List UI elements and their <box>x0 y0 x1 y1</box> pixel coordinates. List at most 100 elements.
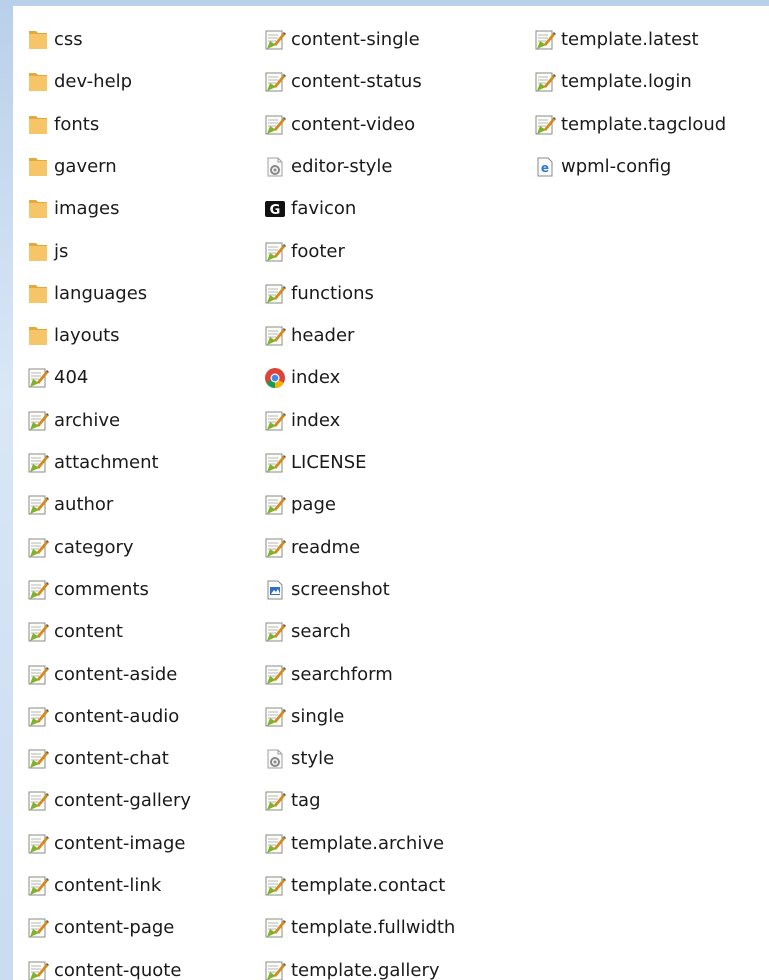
script-file-icon <box>263 70 287 94</box>
file-name: content-single <box>291 29 420 50</box>
script-file-icon <box>26 620 50 644</box>
file-name: single <box>291 705 345 727</box>
file-item[interactable]: content-audio <box>26 700 179 734</box>
script-file-icon <box>533 113 557 137</box>
file-item[interactable]: content-link <box>26 869 161 903</box>
file-name: favicon <box>291 198 357 220</box>
file-name: images <box>54 198 120 220</box>
file-name: content-aside <box>54 663 178 685</box>
script-file-icon <box>26 451 50 475</box>
file-item[interactable]: content-aside <box>26 658 177 692</box>
script-file-icon <box>26 874 50 898</box>
folder-icon <box>26 155 50 179</box>
file-item[interactable]: content-chat <box>26 742 169 776</box>
ie-xml-file-icon: e <box>533 155 557 179</box>
folder-icon <box>26 28 50 52</box>
script-file-icon <box>26 409 50 433</box>
file-name: content-page <box>54 917 175 939</box>
script-file-icon <box>263 240 287 264</box>
file-item[interactable]: template.gallery <box>263 954 440 980</box>
file-list-panel: css dev-help fonts gavern images js languages l… <box>13 6 769 980</box>
file-item[interactable]: screenshot <box>263 573 390 607</box>
file-item[interactable]: content-status <box>263 65 422 99</box>
file-item[interactable]: js <box>26 235 68 269</box>
file-item[interactable]: template.contact <box>263 869 445 903</box>
file-item[interactable]: footer <box>263 235 345 269</box>
file-name: gavern <box>54 155 117 177</box>
file-item[interactable]: search <box>263 615 351 649</box>
image-file-icon <box>263 578 287 602</box>
file-item[interactable]: style <box>263 742 334 776</box>
script-file-icon <box>263 536 287 560</box>
file-name: content-quote <box>54 959 182 980</box>
file-item[interactable]: content-page <box>26 911 174 945</box>
file-item[interactable]: content-video <box>263 108 415 142</box>
file-item[interactable]: languages <box>26 277 147 311</box>
script-file-icon <box>263 409 287 433</box>
file-name: content-video <box>291 113 416 135</box>
file-name: author <box>54 494 114 516</box>
file-item[interactable]: LICENSE <box>263 446 367 480</box>
file-item[interactable]: images <box>26 192 119 226</box>
file-item[interactable]: content-image <box>26 827 185 861</box>
file-item[interactable]: comments <box>26 573 149 607</box>
file-item[interactable]: functions <box>263 277 374 311</box>
file-item[interactable]: layouts <box>26 319 120 353</box>
file-item[interactable]: fonts <box>26 108 99 142</box>
folder-icon <box>26 324 50 348</box>
file-item[interactable]: template.login <box>533 65 692 99</box>
file-item[interactable]: dev-help <box>26 65 132 99</box>
file-item[interactable]: category <box>26 531 134 565</box>
file-item[interactable]: searchform <box>263 658 393 692</box>
svg-text:G: G <box>270 203 281 218</box>
file-item[interactable]: author <box>26 488 113 522</box>
script-file-icon <box>263 916 287 940</box>
file-item[interactable]: content <box>26 615 123 649</box>
file-item[interactable]: index <box>263 361 340 395</box>
file-item[interactable]: 404 <box>26 361 88 395</box>
file-item[interactable]: readme <box>263 531 360 565</box>
file-item[interactable]: content-gallery <box>26 784 191 818</box>
file-item[interactable]: e wpml-config <box>533 150 671 184</box>
file-item[interactable]: gavern <box>26 150 117 184</box>
script-file-icon <box>26 705 50 729</box>
file-item[interactable]: content-single <box>263 23 420 57</box>
file-item[interactable]: header <box>263 319 354 353</box>
file-item[interactable]: attachment <box>26 446 159 480</box>
file-name: searchform <box>291 663 393 685</box>
script-file-icon <box>26 959 50 980</box>
script-file-icon <box>263 451 287 475</box>
script-file-icon <box>26 578 50 602</box>
file-item[interactable]: tag <box>263 784 321 818</box>
file-item[interactable]: css <box>26 23 83 57</box>
file-name: 404 <box>54 367 89 389</box>
file-item[interactable]: template.latest <box>533 23 699 57</box>
file-item[interactable]: Gfavicon <box>263 192 356 226</box>
file-name: template.contact <box>291 875 446 896</box>
script-file-icon <box>26 916 50 940</box>
favicon-file-icon: G <box>263 197 287 221</box>
file-item[interactable]: content-quote <box>26 954 181 980</box>
file-item[interactable]: single <box>263 700 344 734</box>
file-name: page <box>291 494 336 516</box>
folder-icon <box>26 70 50 94</box>
script-file-icon <box>263 493 287 517</box>
file-name: content-chat <box>54 748 169 770</box>
folder-icon <box>26 113 50 137</box>
file-name: dev-help <box>54 71 133 93</box>
file-name: content-audio <box>54 705 180 727</box>
script-file-icon <box>263 324 287 348</box>
script-file-icon <box>263 28 287 52</box>
stylesheet-file-icon <box>263 155 287 179</box>
file-item[interactable]: archive <box>26 404 120 438</box>
file-item[interactable]: template.tagcloud <box>533 108 726 142</box>
file-item[interactable]: page <box>263 488 336 522</box>
file-item[interactable]: template.archive <box>263 827 444 861</box>
file-item[interactable]: template.fullwidth <box>263 911 455 945</box>
file-name: screenshot <box>291 578 390 600</box>
folder-icon <box>26 240 50 264</box>
file-item[interactable]: index <box>263 404 340 438</box>
file-name: functions <box>291 282 374 304</box>
script-file-icon <box>263 832 287 856</box>
file-item[interactable]: editor-style <box>263 150 392 184</box>
